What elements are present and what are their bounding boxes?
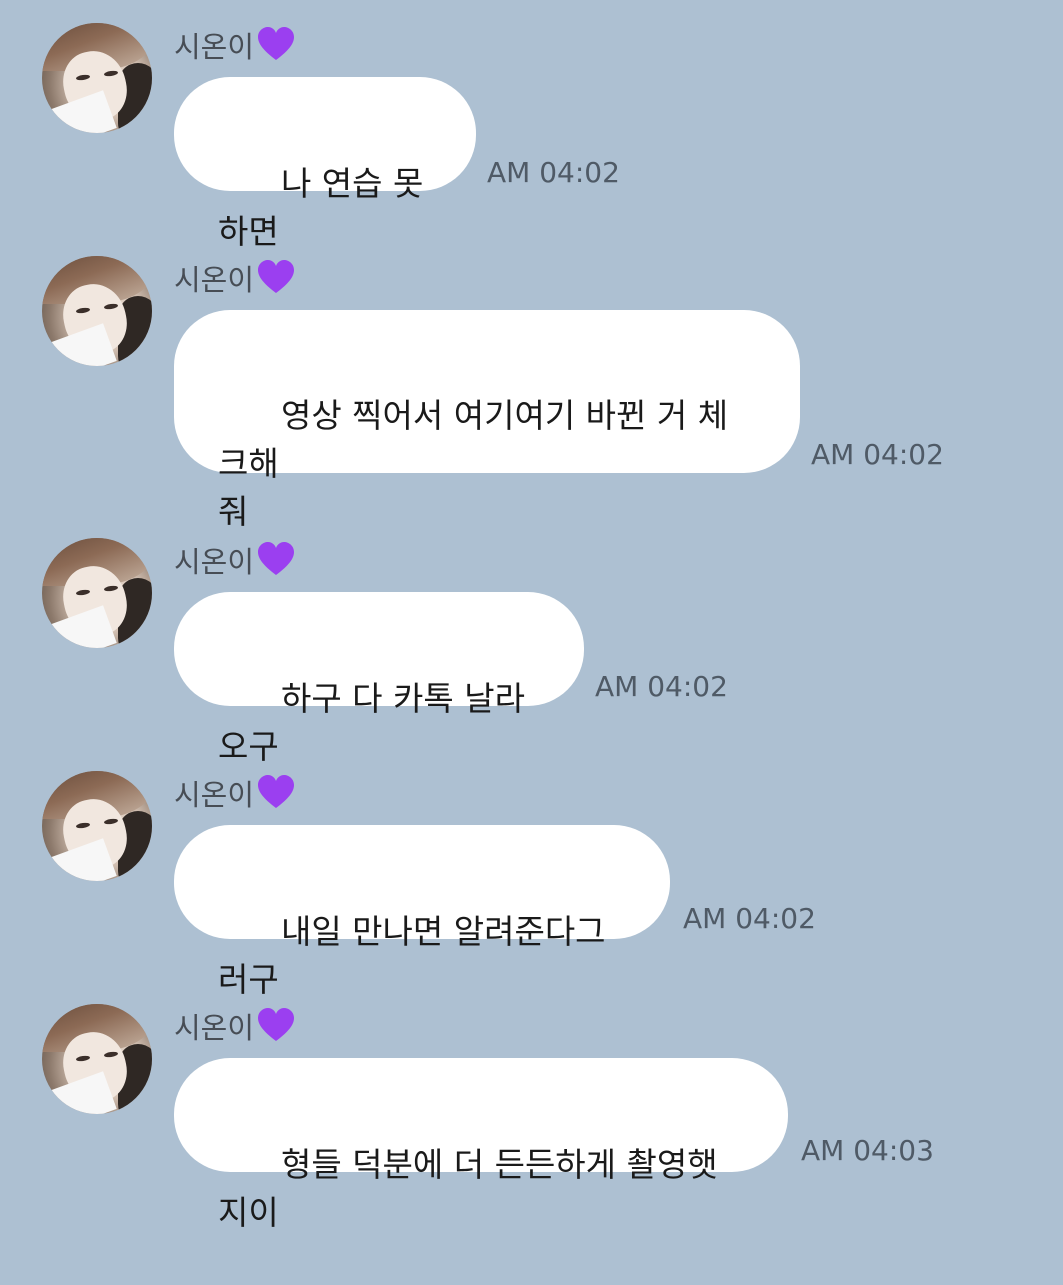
sender-name-label: 시온이 [174,30,255,64]
message-bubble[interactable]: 영상 찍어서 여기여기 바뀐 거 체크해 줘 [174,310,800,531]
message-bubble[interactable]: 나 연습 못하면 [174,77,476,251]
avatar[interactable] [42,256,152,366]
message-text: 영상 찍어서 여기여기 바뀐 거 체크해 줘 [218,396,729,531]
purple-heart-icon [258,27,295,60]
sender-name-label: 시온이 [174,263,255,297]
avatar[interactable] [42,538,152,648]
purple-heart-icon [258,542,295,575]
message-text: 하구 다 카톡 날라오구 [218,679,525,766]
avatar[interactable] [42,23,152,133]
sender-name: 시온이 [174,1006,296,1046]
message-text: 나 연습 못하면 [218,164,424,251]
message-text: 형들 덕분에 더 든든하게 촬영햇지이 [218,1145,718,1232]
sender-name: 시온이 [174,25,296,65]
message-text: 내일 만나면 알려준다그러구 [218,912,606,999]
message-bubble[interactable]: 형들 덕분에 더 든든하게 촬영햇지이 [174,1058,788,1232]
sender-name: 시온이 [174,540,296,580]
message-bubble[interactable]: 하구 다 카톡 날라오구 [174,592,584,766]
avatar[interactable] [42,1004,152,1114]
message-time: AM 04:02 [595,670,728,703]
sender-name-label: 시온이 [174,545,255,579]
sender-name: 시온이 [174,773,296,813]
message-time: AM 04:02 [683,902,816,935]
chat-room: 시온이 나 연습 못하면 AM 04:02 시온이 영상 찍어서 여기여기 바뀐… [0,0,1063,1232]
purple-heart-icon [258,260,295,293]
avatar[interactable] [42,771,152,881]
message-bubble[interactable]: 내일 만나면 알려준다그러구 [174,825,670,999]
message-time: AM 04:03 [801,1134,934,1167]
sender-name-label: 시온이 [174,778,255,812]
purple-heart-icon [258,1008,295,1041]
sender-name-label: 시온이 [174,1011,255,1045]
sender-name: 시온이 [174,258,296,298]
message-time: AM 04:02 [811,438,944,471]
purple-heart-icon [258,775,295,808]
message-time: AM 04:02 [487,156,620,189]
